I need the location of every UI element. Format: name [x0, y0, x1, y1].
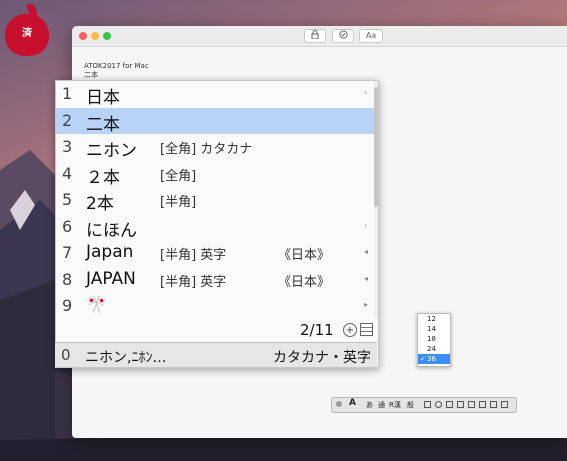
candidate-word: にほん	[86, 220, 137, 241]
candidate-arrow-icon: ›	[364, 220, 368, 230]
candidate-row[interactable]: 8 JAPAN [半角] 英字 《日本》 ◂	[56, 267, 374, 293]
font-size-option[interactable]: 18	[418, 334, 450, 344]
font-size-menu: 12 14 18 24 ✓ 36	[417, 313, 451, 367]
footer-word: ニホン,ﾆﾎﾝ…	[85, 350, 167, 366]
menu-icon[interactable]	[360, 323, 373, 336]
document-text[interactable]: ATOK2017 for Mac 二本	[84, 62, 149, 80]
font-size-label: 36	[427, 355, 436, 363]
footer-category: カタカナ・英字	[273, 350, 371, 366]
check-icon: ✓	[420, 355, 426, 363]
candidate-number: 8	[62, 269, 73, 289]
zoom-button[interactable]	[103, 32, 111, 40]
candidate-row[interactable]: 2 二本	[56, 107, 374, 135]
candidate-number: 1	[62, 84, 73, 103]
candidate-row[interactable]: 5 2本 [半角]	[56, 187, 374, 214]
keyboard-icon[interactable]	[490, 401, 497, 408]
candidate-row[interactable]: 3 ニホン [全角] カタカナ	[56, 134, 374, 161]
check-button[interactable]	[332, 29, 354, 43]
palette-general[interactable]: 般	[407, 400, 414, 410]
close-button[interactable]	[79, 32, 87, 40]
candidate-word: 二本	[86, 114, 120, 135]
palette-status-dot	[336, 401, 342, 407]
palette-hiragana[interactable]: あ	[366, 400, 373, 410]
atok-palette: A あ 通 R漢 般	[331, 397, 517, 413]
font-size-label: 12	[427, 315, 436, 323]
zoom-icon[interactable]: +	[343, 323, 357, 337]
candidate-row[interactable]: 1 日本 ›	[56, 81, 374, 108]
palette-menu-icon[interactable]	[424, 401, 431, 408]
candidate-word: ニホン	[86, 141, 137, 161]
doc-line: ATOK2017 for Mac	[84, 62, 149, 70]
candidate-tag: [半角] 英字	[160, 274, 227, 290]
candidate-word: JAPAN	[86, 268, 136, 289]
page-indicator: 2/11	[300, 321, 334, 339]
candidate-footer[interactable]: 0 ニホン,ﾆﾎﾝ… カタカナ・英字	[55, 342, 377, 367]
font-size-option[interactable]: 12	[418, 314, 450, 324]
candidate-arrow-icon: ◂	[364, 247, 369, 256]
window-titlebar: Aa	[72, 26, 567, 47]
dictionary-icon[interactable]	[479, 401, 486, 408]
candidate-word: ２本	[86, 167, 120, 188]
candidate-extra: 《日本》	[278, 248, 331, 263]
edit-icon[interactable]	[446, 401, 453, 408]
candidate-window: 1 日本 › 2 二本 3 ニホン [全角] カタカナ 4 ２本 [全角] 5 2本 [半角] 6 にほん › 7…	[55, 80, 379, 368]
doc-line: 二本	[84, 71, 98, 79]
apple-sticker-logo: 済	[5, 4, 49, 56]
settings-icon[interactable]	[501, 401, 508, 408]
candidate-arrow-icon: ◂	[364, 273, 369, 283]
candidate-scrollbar[interactable]	[374, 81, 378, 319]
convert-icon[interactable]	[468, 401, 475, 408]
candidate-row[interactable]: 7 Japan [半角] 英字 《日本》 ◂	[56, 240, 374, 266]
candidate-number: 6	[62, 216, 73, 236]
candidate-word: 日本	[86, 88, 120, 108]
candidate-row[interactable]: 6 にほん ›	[56, 214, 374, 241]
candidate-number: 2	[62, 110, 73, 130]
font-size-label: 14	[427, 325, 436, 333]
palette-mode-a[interactable]: A	[349, 398, 356, 408]
minimize-button[interactable]	[91, 32, 99, 40]
font-size-option[interactable]: 14	[418, 324, 450, 334]
candidate-number: 7	[62, 243, 73, 262]
palette-r-kanji[interactable]: R漢	[389, 400, 401, 410]
candidate-word: 2本	[86, 194, 114, 214]
lock-icon	[311, 30, 319, 40]
font-size-option[interactable]: 24	[418, 344, 450, 354]
checkmark-icon	[338, 30, 348, 39]
candidate-number: 4	[62, 163, 73, 183]
tool-icon[interactable]	[457, 401, 464, 408]
candidate-number: 3	[62, 137, 73, 156]
palette-tsu[interactable]: 通	[378, 400, 385, 410]
candidate-extra: 《日本》	[278, 274, 331, 290]
scrollbar-thumb[interactable]	[374, 87, 378, 207]
font-size-label: 18	[427, 335, 436, 343]
candidate-word: Japan	[86, 242, 134, 262]
candidate-tag: [全角] カタカナ	[160, 142, 253, 157]
candidate-tag: [半角] 英字	[160, 248, 227, 263]
candidate-number: 5	[62, 190, 73, 209]
candidate-tag: [全角]	[160, 168, 197, 184]
candidate-word: 🎌	[86, 295, 108, 315]
help-icon[interactable]	[435, 401, 442, 408]
candidate-arrow-icon: ›	[364, 88, 368, 97]
candidate-row[interactable]: 9 🎌 ▸	[56, 293, 374, 319]
footer-number: 0	[61, 346, 71, 364]
candidate-number: 9	[62, 296, 73, 315]
candidate-tag: [半角]	[160, 195, 197, 210]
font-button[interactable]: Aa	[359, 29, 383, 43]
font-size-label: 24	[427, 345, 436, 353]
font-size-option[interactable]: ✓ 36	[418, 354, 450, 364]
sticker-text: 済	[22, 28, 32, 39]
candidate-row[interactable]: 4 ２本 [全角]	[56, 161, 374, 188]
candidate-arrow-icon: ▸	[364, 300, 369, 309]
lock-button[interactable]	[304, 29, 326, 43]
